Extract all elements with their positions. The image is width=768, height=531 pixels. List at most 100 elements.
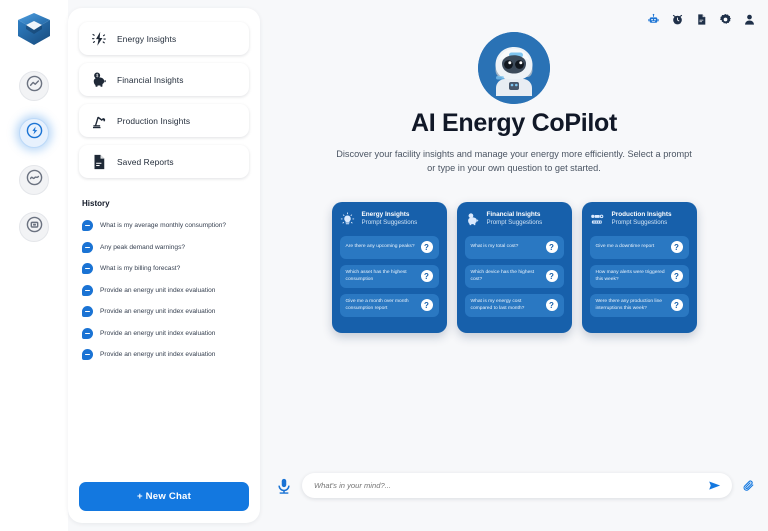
card-header: Production Insights Prompt Suggestions — [590, 211, 689, 228]
prompt-suggestion[interactable]: Which asset has the highest consumption … — [339, 264, 439, 288]
list-item[interactable]: Provide an energy unit index evaluation — [82, 323, 249, 345]
sidebar-item-energy-insights[interactable]: Energy Insights — [79, 22, 249, 55]
card-title: Financial Insights — [486, 210, 541, 218]
card-title-group: Financial Insights Prompt Suggestions — [487, 211, 543, 228]
history-item-label: Provide an energy unit index evaluation — [100, 329, 216, 337]
card-energy-insights[interactable]: Energy Insights Prompt Suggestions Are t… — [331, 201, 447, 333]
alarm-clock-icon[interactable] — [671, 13, 684, 26]
document-icon[interactable] — [695, 13, 708, 26]
microphone-icon[interactable] — [274, 476, 294, 496]
rail-item-monitoring[interactable] — [19, 165, 49, 195]
chat-bubble-icon — [82, 349, 93, 361]
send-icon[interactable] — [707, 478, 722, 493]
list-item[interactable]: Any peak demand warnings? — [82, 237, 249, 259]
rail-item-analytics-trend[interactable] — [19, 71, 49, 101]
card-header: Energy Insights Prompt Suggestions — [340, 211, 439, 228]
rail-item-reports[interactable] — [19, 212, 49, 242]
question-badge-icon: ? — [420, 299, 433, 311]
card-subtitle: Prompt Suggestions — [611, 219, 668, 227]
robot-icon[interactable] — [647, 13, 660, 26]
hexagon-layers-logo[interactable] — [14, 9, 54, 51]
card-subtitle: Prompt Suggestions — [361, 219, 418, 227]
rail-item-energy-ai[interactable] — [19, 118, 49, 148]
prompt-suggestion[interactable]: What is my energy cost compared to last … — [464, 293, 564, 317]
energy-bolt-icon — [89, 29, 108, 48]
history-item-label: Provide an energy unit index evaluation — [100, 286, 216, 294]
chat-bubble-icon — [82, 306, 93, 318]
prompt-suggestion[interactable]: Are there any upcoming peaks? ? — [339, 235, 439, 259]
question-badge-icon: ? — [420, 270, 433, 282]
sidebar-item-label: Production Insights — [117, 115, 191, 126]
chat-bubble-icon — [82, 284, 93, 296]
trend-up-icon — [26, 75, 43, 97]
new-chat-button[interactable]: + New Chat — [79, 482, 249, 511]
card-financial-insights[interactable]: Financial Insights Prompt Suggestions Wh… — [456, 201, 572, 333]
piggy-bank-icon: $ — [89, 70, 108, 89]
hero-section: AI Energy CoPilot Discover your facility… — [260, 32, 768, 176]
energy-bolt-icon — [26, 122, 43, 144]
prompt-text: Were there any production line interrupt… — [595, 298, 663, 311]
chat-bubble-icon — [82, 327, 93, 339]
sidebar-item-production-insights[interactable]: Production Insights — [79, 104, 249, 137]
prompt-text: Which device has the highest cost? — [470, 269, 535, 282]
question-badge-icon: ? — [545, 241, 558, 253]
top-toolbar — [260, 0, 768, 30]
prompt-suggestion[interactable]: Give me a month over month consumption r… — [339, 293, 439, 317]
question-badge-icon: ? — [670, 241, 683, 253]
sidebar-panel: Energy Insights $ Financial Insights Pro… — [68, 8, 260, 523]
prompt-text: Give me a month over month consumption r… — [345, 298, 409, 311]
sidebar-item-financial-insights[interactable]: $ Financial Insights — [79, 63, 249, 96]
question-badge-icon: ? — [545, 270, 558, 282]
prompt-suggestion[interactable]: Which device has the highest cost? ? — [464, 264, 564, 288]
prompt-text: Which asset has the highest consumption — [345, 269, 407, 282]
card-title: Production Insights — [611, 210, 672, 218]
document-icon — [89, 152, 108, 171]
chat-input[interactable] — [314, 481, 699, 490]
ai-robot-avatar — [478, 32, 550, 104]
list-item[interactable]: Provide an energy unit index evaluation — [82, 301, 249, 323]
prompt-text: How many alerts were triggered this week… — [595, 269, 665, 282]
sidebar-item-label: Saved Reports — [117, 156, 174, 167]
prompt-suggestion[interactable]: Were there any production line interrupt… — [589, 293, 689, 317]
piggy-bank-icon — [465, 211, 481, 227]
history-item-label: What is my billing forecast? — [100, 265, 181, 273]
prompt-suggestion[interactable]: How many alerts were triggered this week… — [589, 264, 689, 288]
card-production-insights[interactable]: Production Insights Prompt Suggestions G… — [581, 201, 697, 333]
user-icon[interactable] — [743, 13, 756, 26]
card-header: Financial Insights Prompt Suggestions — [465, 211, 564, 228]
prompt-text: Are there any upcoming peaks? — [345, 244, 415, 250]
page-subtitle: Discover your facility insights and mana… — [336, 149, 692, 174]
prompt-text: Give me a downtime report — [595, 244, 655, 250]
chat-input-container[interactable] — [302, 473, 732, 498]
list-item[interactable]: Provide an energy unit index evaluation — [82, 280, 249, 302]
question-badge-icon: ? — [420, 241, 433, 253]
card-title-group: Energy Insights Prompt Suggestions — [362, 211, 418, 228]
paperclip-icon[interactable] — [740, 479, 756, 492]
prompt-text: What is my energy cost compared to last … — [470, 298, 525, 311]
chat-bubble-icon — [82, 220, 93, 232]
chat-bubble-icon — [82, 263, 93, 275]
robot-arm-icon — [89, 111, 108, 130]
sidebar-item-saved-reports[interactable]: Saved Reports — [79, 145, 249, 178]
prompt-suggestion[interactable]: What is my total cost? ? — [464, 235, 564, 259]
left-rail — [0, 0, 68, 531]
prompt-suggestion[interactable]: Give me a downtime report ? — [589, 235, 689, 259]
card-title: Energy Insights — [361, 210, 410, 218]
history-item-label: Any peak demand warnings? — [100, 243, 186, 251]
question-badge-icon: ? — [670, 299, 683, 311]
energy-bulb-icon — [340, 211, 356, 227]
card-subtitle: Prompt Suggestions — [486, 219, 543, 227]
question-badge-icon: ? — [670, 270, 683, 282]
display-icon — [26, 216, 43, 238]
gear-icon[interactable] — [719, 13, 732, 26]
list-item[interactable]: Provide an energy unit index evaluation — [82, 344, 249, 366]
question-badge-icon: ? — [545, 299, 558, 311]
prompt-text: What is my total cost? — [470, 244, 519, 250]
list-item[interactable]: What is my average monthly consumption? — [82, 215, 249, 237]
app-root: Energy Insights $ Financial Insights Pro… — [0, 0, 768, 531]
conveyor-icon — [590, 211, 606, 227]
list-item[interactable]: What is my billing forecast? — [82, 258, 249, 280]
history-item-label: Provide an energy unit index evaluation — [100, 351, 216, 359]
chat-bubble-icon — [82, 241, 93, 253]
main-content: AI Energy CoPilot Discover your facility… — [260, 0, 768, 531]
